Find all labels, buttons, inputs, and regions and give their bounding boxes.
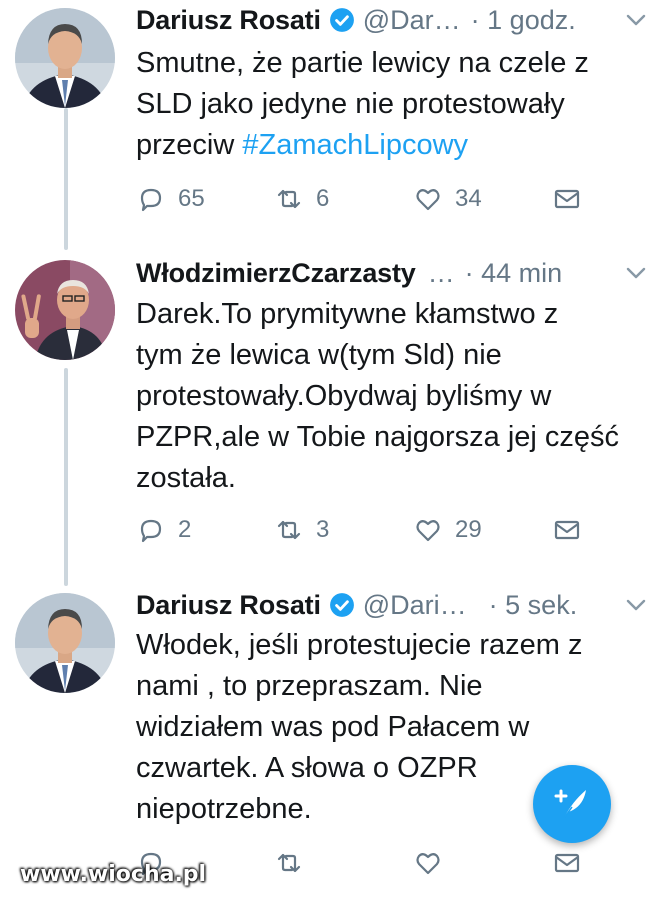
- tweet-text-line: została.: [136, 462, 236, 494]
- tweet-3-header: Dariusz Rosati @Dari… · 5 sek.: [136, 587, 648, 623]
- tweet-text-line: widziałem was pod Pałacem w: [136, 711, 530, 743]
- tweet-text-line: Darek.To prymitywne kłamstwo z: [136, 298, 559, 330]
- envelope-icon: [554, 189, 580, 209]
- compose-tweet-icon: [554, 789, 586, 819]
- tweet-1[interactable]: Dariusz Rosati @Dar… · 1 godz. Smutne, ż…: [0, 0, 668, 250]
- tweet-text-line: SLD jako jedyne nie protestowały: [136, 88, 565, 120]
- avatar-dariusz-rosati[interactable]: [15, 593, 115, 693]
- retweet-icon: [277, 520, 301, 540]
- tweet-1-header: Dariusz Rosati @Dar… · 1 godz.: [136, 2, 648, 38]
- tweet-1-text: Smutne, że partie lewicy na czele z SLD …: [136, 43, 636, 166]
- tweet-1-actions: 65 6 34: [136, 181, 586, 217]
- retweet-icon: [277, 853, 301, 873]
- reply-count: 65: [178, 185, 205, 212]
- message-button[interactable]: [552, 845, 594, 881]
- retweet-button[interactable]: 6: [274, 181, 329, 217]
- reply-icon: [140, 519, 162, 543]
- avatar-dariusz-rosati[interactable]: [15, 8, 115, 108]
- like-button[interactable]: 34: [413, 181, 482, 217]
- verified-badge-icon: [329, 7, 355, 33]
- retweet-icon: [277, 189, 301, 209]
- verified-badge-icon: [329, 592, 355, 618]
- chevron-down-icon[interactable]: [624, 10, 648, 30]
- author-name[interactable]: Dariusz Rosati: [136, 590, 321, 621]
- heart-icon: [416, 853, 440, 875]
- avatar-wlodzimierz-czarzasty[interactable]: [15, 260, 115, 360]
- message-button[interactable]: [552, 512, 594, 548]
- reply-icon: [140, 188, 162, 212]
- tweet-2[interactable]: WłodzimierzCzarzasty … · 44 min Darek.To…: [0, 250, 668, 585]
- author-name[interactable]: Dariusz Rosati: [136, 5, 321, 36]
- author-handle[interactable]: @Dari…: [363, 590, 467, 621]
- reply-button[interactable]: 65: [136, 181, 205, 217]
- like-button[interactable]: [413, 845, 455, 881]
- tweet-text-line: protestowały.Obydwaj byliśmy w: [136, 380, 552, 412]
- watermark: www.wiocha.pl: [20, 862, 207, 887]
- tweet-text-line: Smutne, że partie lewicy na czele z: [136, 47, 589, 79]
- tweet-2-actions: 2 3 29: [136, 512, 586, 548]
- reply-button[interactable]: 2: [136, 512, 191, 548]
- retweet-count: 3: [316, 516, 330, 543]
- compose-tweet-button[interactable]: [533, 765, 611, 843]
- author-handle[interactable]: …: [428, 258, 455, 289]
- tweet-time[interactable]: · 1 godz.: [471, 5, 576, 36]
- tweet-3[interactable]: Dariusz Rosati @Dari… · 5 sek. Włodek, j…: [0, 585, 668, 900]
- tweet-text-line: tym że lewica w(tym Sld) nie: [136, 339, 502, 371]
- reply-count: 2: [178, 516, 192, 543]
- tweet-text-line: Włodek, jeśli protestujecie razem z: [136, 629, 583, 661]
- hashtag-link[interactable]: #ZamachLipcowy: [242, 129, 468, 161]
- retweet-button[interactable]: 3: [274, 512, 329, 548]
- heart-icon: [416, 189, 440, 211]
- chevron-down-icon[interactable]: [624, 595, 648, 615]
- tweet-time[interactable]: · 5 sek.: [489, 590, 578, 621]
- author-handle[interactable]: @Dar…: [363, 5, 461, 36]
- heart-icon: [416, 520, 440, 542]
- like-count: 34: [455, 185, 482, 212]
- like-count: 29: [455, 516, 482, 543]
- tweet-2-text: Darek.To prymitywne kłamstwo z tym że le…: [136, 294, 636, 499]
- tweet-text-line: przeciw #ZamachLipcowy: [136, 125, 636, 166]
- author-name[interactable]: WłodzimierzCzarzasty: [136, 258, 416, 289]
- envelope-icon: [554, 853, 580, 873]
- retweet-button[interactable]: [274, 845, 316, 881]
- tweet-text-line: nami , to przepraszam. Nie: [136, 670, 483, 702]
- like-button[interactable]: 29: [413, 512, 482, 548]
- tweet-2-header: WłodzimierzCzarzasty … · 44 min: [136, 255, 648, 291]
- chevron-down-icon[interactable]: [624, 263, 648, 283]
- tweet-text-line: PZPR,ale w Tobie najgorsza jej część: [136, 421, 620, 453]
- tweet-time[interactable]: · 44 min: [465, 258, 563, 289]
- message-button[interactable]: [552, 181, 594, 217]
- retweet-count: 6: [316, 185, 330, 212]
- envelope-icon: [554, 520, 580, 540]
- tweet-text-fragment: przeciw: [136, 129, 243, 161]
